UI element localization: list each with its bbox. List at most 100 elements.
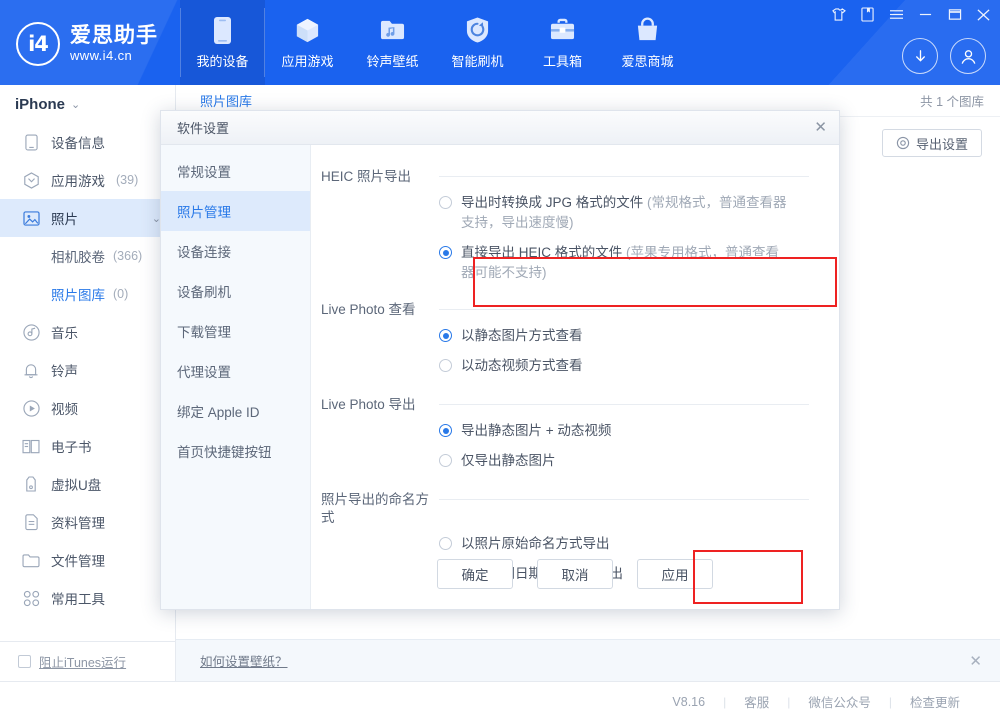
radio-button[interactable] <box>439 424 452 437</box>
nav-item-smart-flash[interactable]: 智能刷机 <box>435 0 520 85</box>
nav-label: 我的设备 <box>196 51 248 70</box>
dialog-nav-download-management[interactable]: 下载管理 <box>161 311 310 351</box>
option-view-as-motion-video[interactable]: 以动态视频方式查看 <box>439 351 809 381</box>
nav-item-apps-games[interactable]: 应用游戏 <box>265 0 350 85</box>
sidebar-item-label: 设备信息 <box>51 132 105 152</box>
export-settings-button[interactable]: 导出设置 <box>882 129 982 157</box>
sidebar-item-device-info[interactable]: 设备信息 <box>0 123 175 161</box>
dialog-title: 软件设置 <box>177 118 229 137</box>
radio-button[interactable] <box>439 246 452 259</box>
sidebar-item-data-management[interactable]: 资料管理 <box>0 503 175 541</box>
confirm-button[interactable]: 确定 <box>437 559 513 589</box>
maximize-icon[interactable] <box>946 6 963 23</box>
sidebar-item-music[interactable]: 音乐 <box>0 313 175 351</box>
section-naming-method: 照片导出的命名方式 <box>321 490 809 527</box>
shopping-bag-icon <box>635 15 660 45</box>
nav-label: 铃声壁纸 <box>366 51 418 70</box>
radio-button[interactable] <box>439 359 452 372</box>
gear-icon <box>896 136 910 150</box>
nav-item-ringtone-wallpaper[interactable]: 铃声壁纸 <box>350 0 435 85</box>
sidebar-item-file-management[interactable]: 文件管理 <box>0 541 175 579</box>
option-label: 以静态图片方式查看 <box>461 326 583 346</box>
sidebar-item-common-tools[interactable]: 常用工具 <box>0 579 175 617</box>
ringtone-icon <box>22 361 40 379</box>
nav-item-my-device[interactable]: 我的设备 <box>180 0 265 85</box>
dialog-title-bar: 软件设置 ✕ <box>161 111 839 145</box>
sidebar-subitem-camera-roll[interactable]: 相机胶卷 (366) <box>0 237 175 275</box>
sidebar-subitem-count: (0) <box>113 287 128 301</box>
radio-button[interactable] <box>439 454 452 467</box>
sidebar-item-count: (39) <box>116 173 138 187</box>
dialog-nav-proxy-settings[interactable]: 代理设置 <box>161 351 310 391</box>
account-icon[interactable] <box>950 38 986 74</box>
dialog-nav-general[interactable]: 常规设置 <box>161 151 310 191</box>
nav-label: 工具箱 <box>543 51 582 70</box>
logo-text-block: 爱思助手 www.i4.cn <box>70 25 158 64</box>
nav-item-store[interactable]: 爱思商城 <box>605 0 690 85</box>
sidebar-subitem-count: (366) <box>113 249 142 263</box>
option-label: 直接导出 HEIC 格式的文件 (苹果专用格式，普通查看器可能不支持) <box>461 243 791 283</box>
radio-button[interactable] <box>439 329 452 342</box>
status-bar: V8.16 | 客服 | 微信公众号 | 检查更新 <box>0 681 1000 721</box>
sidebar-subitem-photo-library[interactable]: 照片图库 (0) <box>0 275 175 313</box>
section-label: Live Photo 查看 <box>321 300 439 319</box>
download-icon[interactable] <box>902 38 938 74</box>
radio-button[interactable] <box>439 537 452 550</box>
dialog-close-icon[interactable]: ✕ <box>814 120 827 135</box>
menu-icon[interactable] <box>888 6 905 23</box>
sidebar-subitem-label: 相机胶卷 <box>51 246 105 266</box>
breadcrumb[interactable]: 照片图库 <box>200 91 252 110</box>
section-live-photo-view: Live Photo 查看 <box>321 300 809 319</box>
sidebar-item-usb[interactable]: 虚拟U盘 <box>0 465 175 503</box>
dialog-main-panel: HEIC 照片导出 导出时转换成 JPG 格式的文件 (常规格式，普通查看器支持… <box>311 145 839 610</box>
logo-subtitle: www.i4.cn <box>70 49 158 63</box>
status-item-support[interactable]: 客服 <box>726 692 787 711</box>
sidebar-item-ebook[interactable]: 电子书 <box>0 427 175 465</box>
block-itunes-label[interactable]: 阻止iTunes运行 <box>39 652 126 671</box>
dialog-nav-device-flash[interactable]: 设备刷机 <box>161 271 310 311</box>
option-view-as-static-image[interactable]: 以静态图片方式查看 <box>439 321 809 351</box>
status-item-wechat[interactable]: 微信公众号 <box>790 692 889 711</box>
sidebar-item-label: 应用游戏 <box>51 170 105 190</box>
status-item-check-update[interactable]: 检查更新 <box>892 692 978 711</box>
apply-button[interactable]: 应用 <box>637 559 713 589</box>
option-original-filename[interactable]: 以照片原始命名方式导出 <box>439 529 809 559</box>
hint-bar: 如何设置壁纸？ ✕ <box>176 639 1000 681</box>
sidebar-item-ringtone[interactable]: 铃声 <box>0 351 175 389</box>
shirt-icon[interactable] <box>830 6 847 23</box>
device-selector[interactable]: iPhone ⌄ <box>0 85 175 123</box>
radio-button[interactable] <box>439 196 452 209</box>
block-itunes-row[interactable]: 阻止iTunes运行 <box>0 641 176 681</box>
phone-icon <box>212 15 233 45</box>
topbar-round-buttons <box>902 38 986 74</box>
nav-item-toolbox[interactable]: 工具箱 <box>520 0 605 85</box>
dialog-nav-photo-management[interactable]: 照片管理 <box>161 191 310 231</box>
wallpaper-help-link[interactable]: 如何设置壁纸？ <box>200 651 288 670</box>
option-export-as-jpg[interactable]: 导出时转换成 JPG 格式的文件 (常规格式，普通查看器支持，导出速度慢) <box>439 188 809 238</box>
option-export-as-heic[interactable]: 直接导出 HEIC 格式的文件 (苹果专用格式，普通查看器可能不支持) <box>439 238 809 288</box>
close-icon[interactable] <box>975 6 992 23</box>
section-live-photo-export: Live Photo 导出 <box>321 395 809 414</box>
sidebar-item-apps-games[interactable]: 应用游戏 (39) <box>0 161 175 199</box>
hint-close-icon[interactable]: ✕ <box>969 652 982 670</box>
dialog-nav: 常规设置 照片管理 设备连接 设备刷机 下载管理 代理设置 绑定 Apple I… <box>161 145 311 610</box>
option-export-static-only[interactable]: 仅导出静态图片 <box>439 446 809 476</box>
cancel-button[interactable]: 取消 <box>537 559 613 589</box>
app-logo[interactable]: i4 爱思助手 www.i4.cn <box>16 16 176 72</box>
block-itunes-checkbox[interactable] <box>18 655 31 668</box>
nav-label: 智能刷机 <box>451 51 503 70</box>
top-navigation-bar: i4 爱思助手 www.i4.cn 我的设备 应用游戏 <box>0 0 1000 85</box>
sidebar-item-label: 铃声 <box>51 360 78 380</box>
sidebar-item-label: 电子书 <box>51 436 92 456</box>
option-export-static-plus-video[interactable]: 导出静态图片 + 动态视频 <box>439 416 809 446</box>
device-info-icon <box>22 133 40 151</box>
dialog-nav-bind-apple-id[interactable]: 绑定 Apple ID <box>161 391 310 431</box>
section-divider <box>439 404 809 405</box>
sidebar-item-video[interactable]: 视频 <box>0 389 175 427</box>
dialog-nav-device-connection[interactable]: 设备连接 <box>161 231 310 271</box>
dialog-nav-home-shortcuts[interactable]: 首页快捷键按钮 <box>161 431 310 471</box>
shield-refresh-icon <box>465 15 490 45</box>
minimize-icon[interactable] <box>917 6 934 23</box>
book-icon[interactable] <box>859 6 876 23</box>
sidebar-item-photos[interactable]: 照片 ⌄ <box>0 199 175 237</box>
